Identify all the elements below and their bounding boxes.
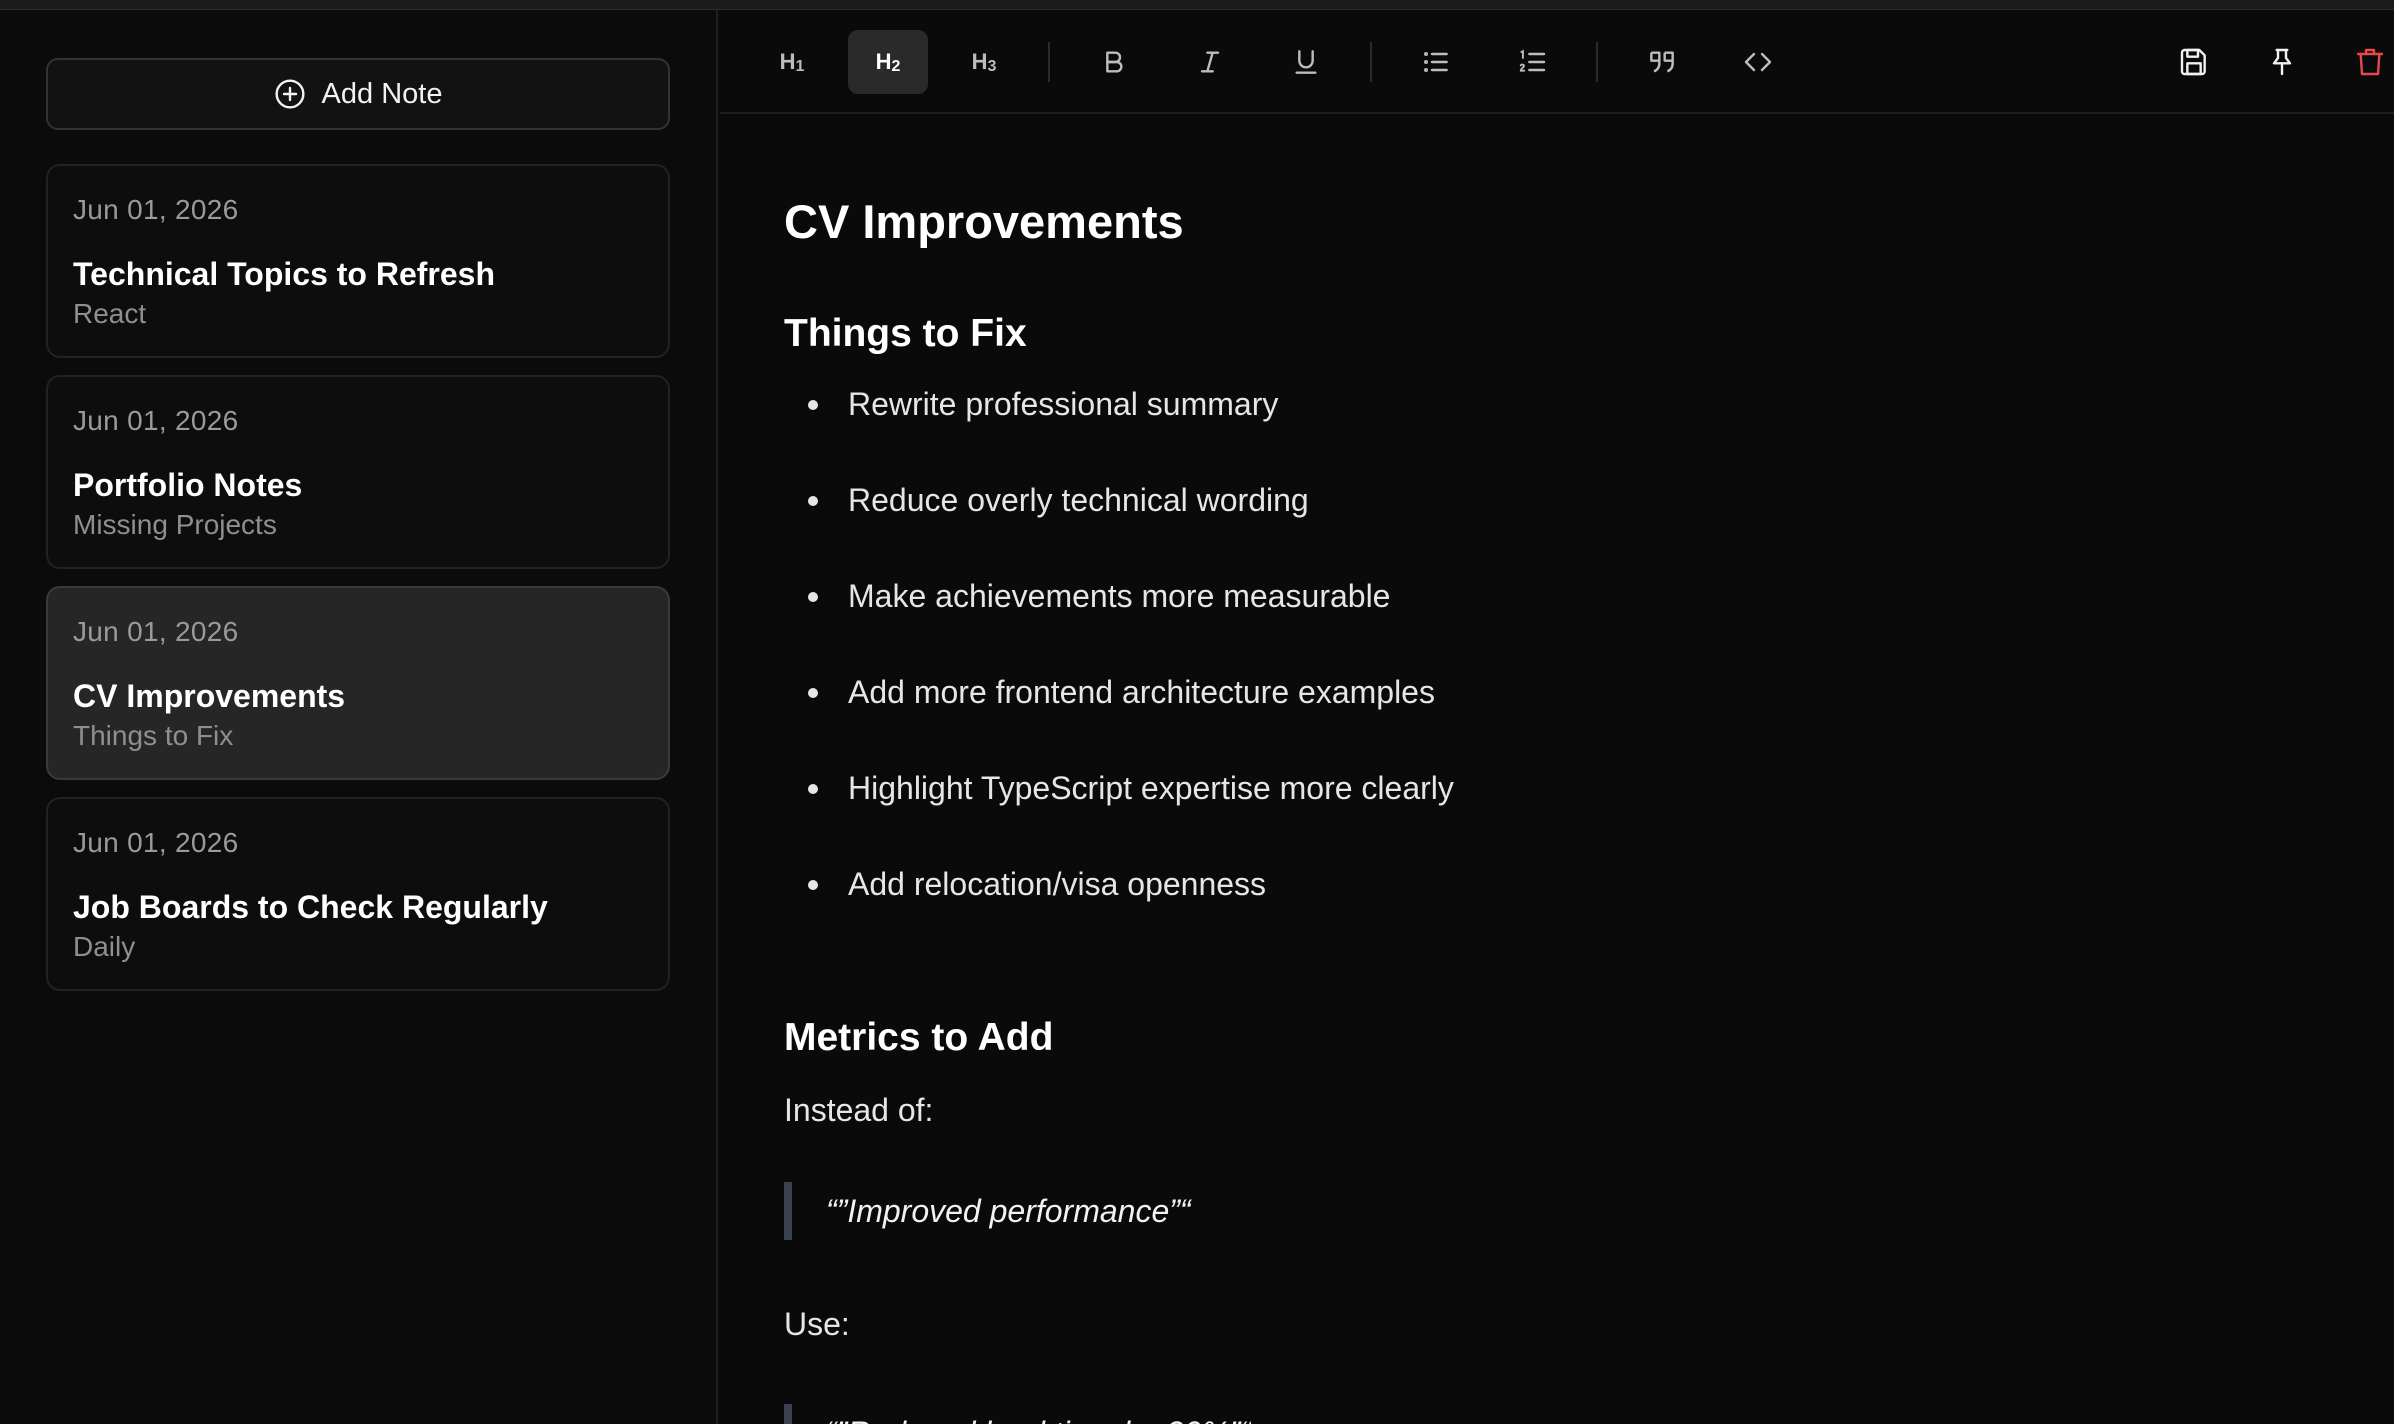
section-heading-metrics-to-add: Metrics to Add [784, 1016, 1054, 1059]
note-card-technical-topics[interactable]: Jun 01, 2026 Technical Topics to Refresh… [46, 164, 670, 358]
pin-icon [2272, 48, 2292, 76]
numbered-list-button[interactable] [1492, 30, 1572, 94]
plus-circle-icon [274, 79, 305, 109]
bold-icon [1106, 51, 1123, 73]
note-title-heading: CV Improvements [784, 195, 1184, 248]
add-note-button[interactable]: Add Note [46, 58, 670, 130]
underline-button[interactable] [1266, 30, 1346, 94]
list-item: Reduce overly technical wording [784, 480, 1454, 576]
note-date: Jun 01, 2026 [73, 827, 239, 858]
section-heading-things-to-fix: Things to Fix [784, 312, 1027, 355]
list-item: Add more frontend architecture examples [784, 672, 1454, 768]
quote-icon [1650, 51, 1674, 73]
heading-2-button[interactable]: H2 [848, 30, 928, 94]
italic-button[interactable] [1170, 30, 1250, 94]
save-button[interactable] [2154, 30, 2234, 94]
pin-button[interactable] [2242, 30, 2322, 94]
blockquote: “”Improved performance”“ [784, 1182, 1191, 1240]
note-card-cv-improvements[interactable]: Jun 01, 2026 CV Improvements Things to F… [46, 586, 670, 780]
blockquote-partial: “”Reduced load time by 30%”“ [784, 1404, 1251, 1424]
note-subtitle: Missing Projects [73, 509, 277, 540]
add-note-label: Add Note [321, 77, 443, 110]
list-item: Rewrite professional summary [784, 384, 1454, 480]
heading-1-button[interactable]: H1 [752, 30, 832, 94]
list-item: Highlight TypeScript expertise more clea… [784, 768, 1454, 864]
note-title: Job Boards to Check Regularly [73, 889, 548, 925]
quote-button[interactable] [1622, 30, 1702, 94]
list-item: Make achievements more measurable [784, 576, 1454, 672]
heading-1-label: H1 [779, 48, 805, 75]
note-subtitle: Things to Fix [73, 720, 234, 751]
paragraph-instead-of: Instead of: [784, 1092, 934, 1128]
heading-2-label: H2 [875, 48, 901, 75]
bullet-list-button[interactable] [1396, 30, 1476, 94]
notes-sidebar: Add Note Jun 01, 2026 Technical Topics t… [0, 10, 718, 1424]
toolbar-divider [1370, 42, 1372, 82]
bullet-list: Rewrite professional summary Reduce over… [784, 384, 1454, 960]
delete-button[interactable] [2330, 30, 2394, 94]
code-icon [1744, 52, 1772, 72]
code-button[interactable] [1718, 30, 1798, 94]
note-subtitle: Daily [73, 931, 136, 962]
editor-pane: H1 H2 H3 CV Improvements Things to Fix R… [720, 10, 2394, 1424]
note-date: Jun 01, 2026 [73, 405, 239, 436]
save-icon [2180, 48, 2206, 76]
editor-toolbar: H1 H2 H3 [720, 10, 2394, 114]
note-card-job-boards[interactable]: Jun 01, 2026 Job Boards to Check Regular… [46, 797, 670, 991]
list-item: Add relocation/visa openness [784, 864, 1454, 960]
note-subtitle: React [73, 298, 147, 329]
underline-icon [1295, 50, 1317, 74]
italic-icon [1200, 51, 1220, 73]
toolbar-divider [1596, 42, 1598, 82]
toolbar-divider [1048, 42, 1050, 82]
heading-3-label: H3 [971, 48, 997, 75]
heading-3-button[interactable]: H3 [944, 30, 1024, 94]
note-title: CV Improvements [73, 678, 346, 714]
numbered-list-icon [1519, 49, 1546, 72]
note-title: Technical Topics to Refresh [73, 256, 496, 292]
paragraph-use: Use: [784, 1306, 850, 1342]
note-title: Portfolio Notes [73, 467, 303, 503]
bold-button[interactable] [1074, 30, 1154, 94]
note-card-portfolio-notes[interactable]: Jun 01, 2026 Portfolio Notes Missing Pro… [46, 375, 670, 569]
trash-icon [2356, 48, 2384, 76]
window-top-border [0, 0, 2394, 10]
note-date: Jun 01, 2026 [73, 194, 239, 225]
note-date: Jun 01, 2026 [73, 616, 239, 647]
bullet-list-icon [1424, 52, 1448, 72]
